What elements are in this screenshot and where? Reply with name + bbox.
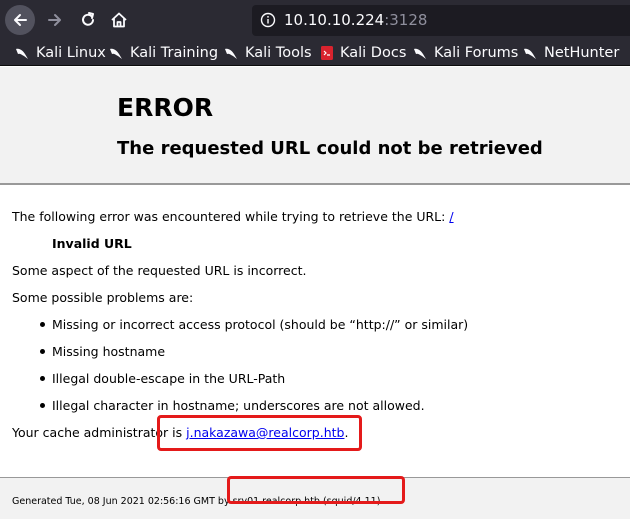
intro-text: The following error was encountered whil…	[12, 209, 454, 224]
bookmark-label: Kali Linux	[36, 45, 106, 61]
highlight-box-admin-email	[157, 415, 362, 451]
bookmark-kali-tools[interactable]: Kali Tools	[223, 43, 312, 63]
problem-item: Illegal double-escape in the URL-Path	[40, 371, 285, 386]
aspect-text: Some aspect of the requested URL is inco…	[12, 263, 307, 278]
info-icon[interactable]	[260, 12, 276, 28]
page-subtitle: The requested URL could not be retrieved	[117, 138, 543, 159]
url-text[interactable]: 10.10.10.224:3128	[284, 11, 427, 29]
kali-dragon-icon	[225, 48, 237, 59]
bookmark-label: Kali Docs	[340, 45, 407, 61]
browser-toolbar: 10.10.10.224:3128	[0, 0, 630, 40]
kali-dragon-icon	[414, 48, 426, 59]
highlight-box-footer-host	[227, 476, 405, 504]
problem-text: Illegal character in hostname; underscor…	[52, 398, 425, 413]
bookmark-kali-docs[interactable]: Kali Docs	[320, 43, 406, 63]
bookmark-label: Kali Forums	[434, 45, 519, 61]
bookmark-label: Kali Tools	[245, 45, 312, 61]
bookmark-kali-training[interactable]: Kali Training	[108, 43, 218, 63]
arrow-left-icon	[14, 14, 27, 26]
page-content: ERROR The requested URL could not be ret…	[0, 67, 630, 519]
bookmark-label: Kali Training	[130, 45, 219, 61]
home-button[interactable]	[104, 5, 134, 35]
url-host: 10.10.10.224	[284, 11, 385, 29]
problem-item: Missing hostname	[40, 344, 165, 359]
bookmark-kali-forums[interactable]: Kali Forums	[412, 43, 518, 63]
bookmarks-bar: Kali Linux Kali Training Kali Tools Kali…	[0, 40, 630, 66]
reload-button[interactable]	[73, 5, 103, 35]
forward-button[interactable]	[40, 5, 70, 35]
bookmark-kali-linux[interactable]: Kali Linux	[14, 43, 106, 63]
problem-text: Illegal double-escape in the URL-Path	[52, 371, 286, 386]
problems-heading: Some possible problems are:	[12, 290, 194, 305]
footer-prefix: Generated Tue, 08 Jun 2021 02:56:16 GMT …	[12, 496, 233, 507]
intro-label: The following error was encountered whil…	[12, 209, 450, 224]
page-title: ERROR	[117, 93, 214, 122]
kali-dragon-icon	[16, 48, 28, 59]
reload-icon	[82, 12, 94, 26]
bullet-icon	[40, 349, 45, 354]
bookmark-nethunter[interactable]: NetHunter	[522, 43, 619, 63]
error-titles: ERROR The requested URL could not be ret…	[0, 67, 630, 185]
arrow-right-icon	[48, 14, 61, 26]
error-name: Invalid URL	[52, 236, 132, 251]
bookmark-label: NetHunter	[544, 45, 620, 61]
url-bar[interactable]: 10.10.10.224:3128	[252, 5, 630, 36]
bullet-icon	[40, 403, 45, 408]
problem-item: Illegal character in hostname; underscor…	[40, 398, 425, 413]
problem-text: Missing hostname	[52, 344, 166, 359]
bullet-icon	[40, 322, 45, 327]
home-icon	[111, 12, 127, 28]
url-port: :3128	[384, 11, 428, 29]
problem-text: Missing or incorrect access protocol (sh…	[52, 317, 469, 332]
requested-url-link[interactable]: /	[449, 209, 453, 224]
kali-dragon-icon	[524, 48, 536, 59]
problem-item: Missing or incorrect access protocol (sh…	[40, 317, 468, 332]
kali-dragon-icon	[110, 48, 122, 59]
bullet-icon	[40, 376, 45, 381]
back-button[interactable]	[5, 5, 35, 35]
kali-docs-icon	[321, 46, 333, 60]
